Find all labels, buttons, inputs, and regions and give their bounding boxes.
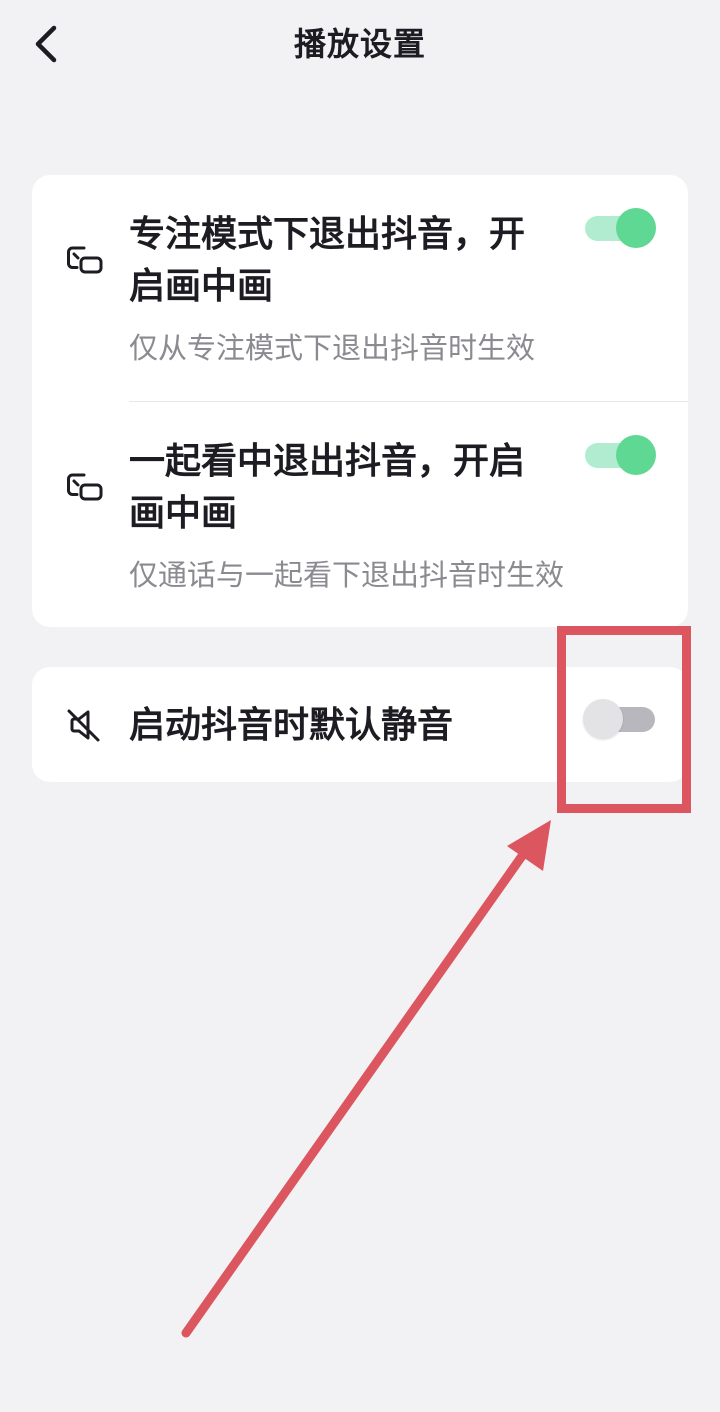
annotation-highlight-box [557,626,691,813]
pip-watch-together-toggle[interactable] [583,434,657,475]
toggle-knob [616,435,656,475]
pip-settings-card: 专注模式下退出抖音，开 启画中画 仅从专注模式下退出抖音时生效 一起看中退出抖音… [32,175,688,627]
setting-description: 仅从专注模式下退出抖音时生效 [129,331,536,365]
setting-title-line-2: 启画中画 [129,266,274,307]
setting-title-line-2: 画中画 [129,493,238,534]
setting-title-line-1: 一起看中退出抖音，开启 [129,441,526,482]
setting-row-pip-watch-together: 一起看中退出抖音，开启 画中画 仅通话与一起看下退出抖音时生效 [32,402,688,627]
page-title: 播放设置 [293,25,426,63]
speaker-muted-icon [64,705,104,745]
setting-title: 启动抖音时默认静音 [129,705,454,746]
setting-title: 一起看中退出抖音，开启 画中画 [129,436,569,540]
setting-description: 仅通话与一起看下退出抖音时生效 [129,558,565,592]
top-bar: 播放设置 [0,0,720,90]
picture-in-picture-icon [64,238,104,278]
setting-title-line-1: 专注模式下退出抖音，开 [129,214,526,255]
setting-title: 专注模式下退出抖音，开 启画中画 [129,209,569,313]
setting-row-pip-focus: 专注模式下退出抖音，开 启画中画 仅从专注模式下退出抖音时生效 [32,175,688,401]
toggle-knob [616,208,656,248]
pip-focus-toggle[interactable] [583,207,657,248]
picture-in-picture-icon [64,465,104,505]
